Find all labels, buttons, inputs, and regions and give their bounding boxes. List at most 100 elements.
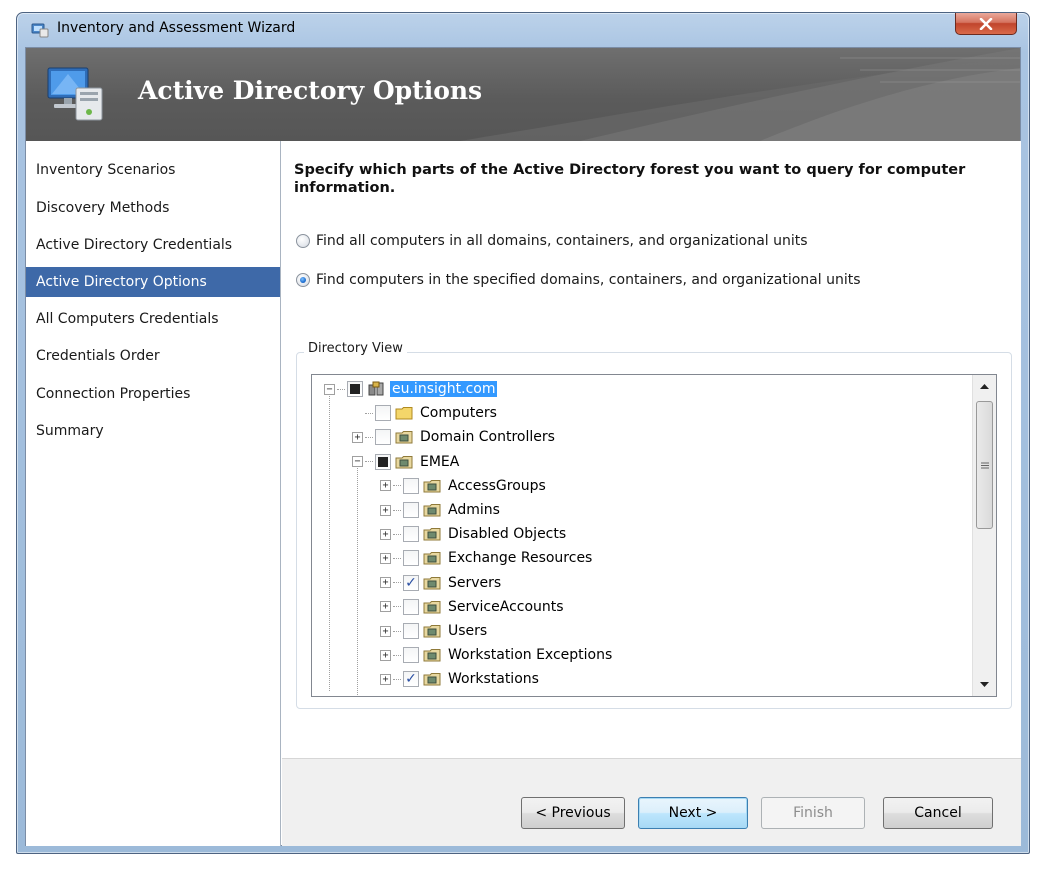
expand-icon[interactable]: + — [380, 480, 391, 492]
node-checkbox[interactable] — [403, 598, 419, 615]
previous-button[interactable]: < Previous — [521, 797, 625, 829]
ou-icon — [423, 528, 441, 541]
tree-node-label[interactable]: Workstations — [446, 671, 541, 687]
scroll-thumb[interactable] — [976, 401, 993, 529]
node-checkbox[interactable] — [403, 477, 419, 494]
options-heading: Specify which parts of the Active Direct… — [294, 162, 966, 196]
tree-connector-dash — [393, 654, 401, 656]
tree-node[interactable]: Computers — [352, 401, 499, 425]
tree-node-label[interactable]: Workstation Exceptions — [446, 647, 614, 663]
tree-connector-dash — [393, 582, 401, 584]
tree-node-label[interactable]: Domain Controllers — [418, 429, 557, 445]
tree-node[interactable]: + Admins — [380, 498, 502, 522]
tree-node[interactable]: + Exchange Resources — [380, 546, 594, 570]
tree-connector-dash — [393, 678, 401, 680]
tree-node-label[interactable]: AccessGroups — [446, 478, 548, 494]
arrow-up-icon — [980, 384, 989, 389]
tree-connector-dash — [393, 485, 401, 487]
collapse-icon[interactable]: − — [324, 383, 335, 395]
tree-node[interactable]: − EMEA — [352, 450, 461, 474]
node-checkbox[interactable] — [375, 405, 391, 422]
close-button[interactable] — [955, 13, 1017, 35]
radio-button[interactable] — [296, 234, 310, 248]
tree-node[interactable]: + ServiceAccounts — [380, 595, 566, 619]
finish-button[interactable]: Finish — [761, 797, 865, 829]
node-checkbox[interactable] — [403, 647, 419, 664]
expand-icon[interactable]: + — [380, 601, 391, 613]
tree-node[interactable]: − eu.insight.com — [324, 377, 498, 401]
tree-rows: − eu.insight.com Computers + Domain Controll… — [312, 375, 972, 696]
nav-item-summary[interactable]: Summary — [26, 416, 280, 446]
tree-node-label[interactable]: Users — [446, 623, 489, 639]
tree-connector-dash — [365, 436, 373, 438]
wizard-window: Inventory and Assessment Wizard Active D… — [16, 12, 1030, 854]
expand-icon[interactable]: + — [380, 504, 391, 516]
expand-icon[interactable]: + — [380, 552, 391, 564]
button-bar: < Previous Next > Finish Cancel — [282, 758, 1021, 846]
directory-view-label: Directory View — [304, 341, 407, 356]
tree-node-label[interactable]: Servers — [446, 575, 503, 591]
node-checkbox[interactable] — [403, 623, 419, 639]
tree-node-label[interactable]: Disabled Objects — [446, 526, 568, 542]
tree-node[interactable]: + Users — [380, 619, 489, 643]
nav-item-connection-properties[interactable]: Connection Properties — [26, 379, 280, 409]
page-title: Active Directory Options — [138, 76, 483, 105]
arrow-down-icon — [980, 682, 989, 687]
grip-icon — [980, 462, 989, 468]
collapse-icon[interactable]: − — [352, 456, 363, 468]
ou-icon — [423, 600, 441, 614]
folder-icon — [395, 407, 413, 420]
radio-find-specified[interactable]: Find computers in the specified domains,… — [296, 270, 861, 290]
node-checkbox[interactable] — [375, 429, 391, 446]
tree-node-label[interactable]: EMEA — [418, 454, 461, 470]
node-checkbox[interactable]: ✓ — [403, 671, 419, 688]
tree-node[interactable]: +EMEA New Users — [352, 692, 540, 696]
radio-button-selected[interactable] — [296, 273, 310, 287]
nav-item-inventory-scenarios[interactable]: Inventory Scenarios — [26, 155, 280, 185]
scroll-down-button[interactable] — [973, 673, 996, 696]
nav-item-discovery-methods[interactable]: Discovery Methods — [26, 193, 280, 223]
node-checkbox[interactable] — [403, 550, 419, 567]
expand-icon[interactable]: + — [380, 649, 391, 661]
tree-connector-dash — [337, 388, 345, 390]
tree-node[interactable]: + AccessGroups — [380, 474, 548, 498]
wizard-client-area: Active Directory Options Inventory Scena… — [25, 47, 1021, 846]
scroll-up-button[interactable] — [973, 375, 996, 398]
tree-node[interactable]: + Domain Controllers — [352, 425, 557, 449]
expand-icon[interactable]: + — [380, 625, 391, 637]
tree-node[interactable]: + ✓ Servers — [380, 571, 503, 595]
nav-item-ad-credentials[interactable]: Active Directory Credentials — [26, 230, 280, 260]
node-checkbox[interactable] — [375, 453, 391, 470]
tree-node-label[interactable]: ServiceAccounts — [446, 599, 566, 615]
tree-scrollbar[interactable] — [972, 375, 996, 696]
tree-connector-line — [329, 391, 330, 691]
options-panel: Specify which parts of the Active Direct… — [282, 141, 1021, 758]
tree-node[interactable]: + ✓ Workstations — [380, 667, 541, 691]
tree-node-label[interactable]: Computers — [418, 405, 499, 421]
nav-item-ad-options[interactable]: Active Directory Options — [26, 267, 280, 297]
expand-icon[interactable]: + — [380, 528, 391, 540]
header-banner: Active Directory Options — [26, 48, 1020, 141]
tree-node-label[interactable]: Exchange Resources — [446, 550, 594, 566]
nav-item-all-computers-credentials[interactable]: All Computers Credentials — [26, 304, 280, 334]
banner-swoosh-graphic — [460, 48, 1020, 141]
cancel-button[interactable]: Cancel — [883, 797, 993, 829]
tree-node-label[interactable]: eu.insight.com — [390, 381, 498, 397]
tree-connector-line — [357, 463, 358, 696]
tree-node[interactable]: + Workstation Exceptions — [380, 643, 614, 667]
expand-icon[interactable]: + — [352, 431, 363, 443]
node-checkbox[interactable]: ✓ — [403, 574, 419, 591]
expand-icon[interactable]: + — [380, 673, 391, 685]
directory-tree[interactable]: − eu.insight.com Computers + Domain Controll… — [311, 374, 997, 697]
expand-icon[interactable]: + — [380, 577, 391, 589]
next-button[interactable]: Next > — [638, 797, 748, 829]
radio-find-all[interactable]: Find all computers in all domains, conta… — [296, 231, 808, 251]
ou-icon — [423, 576, 441, 590]
node-checkbox[interactable] — [403, 502, 419, 518]
title-bar[interactable]: Inventory and Assessment Wizard — [17, 13, 1029, 47]
nav-item-credentials-order[interactable]: Credentials Order — [26, 341, 280, 371]
node-checkbox[interactable] — [347, 381, 363, 397]
node-checkbox[interactable] — [403, 526, 419, 543]
tree-node[interactable]: + Disabled Objects — [380, 522, 568, 546]
tree-node-label[interactable]: Admins — [446, 502, 502, 518]
